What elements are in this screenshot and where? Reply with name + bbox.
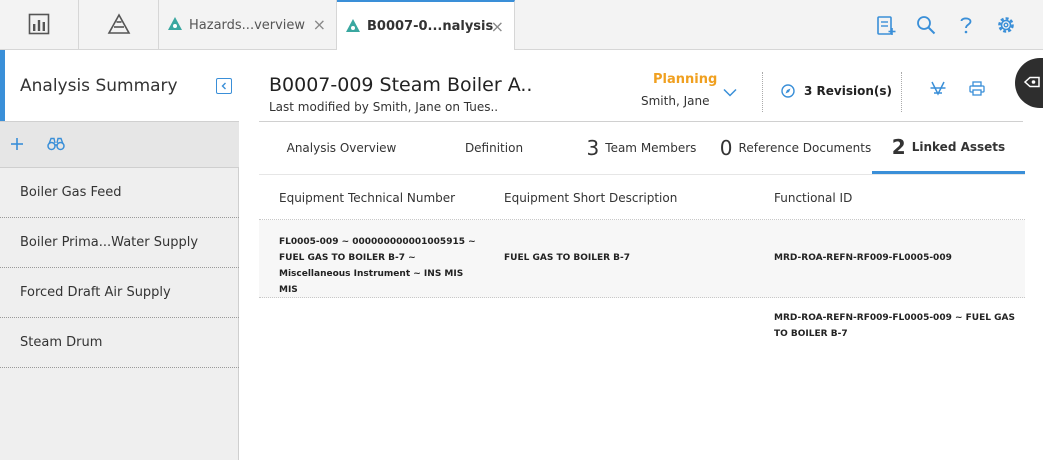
functional-id-cell: MRD-ROA-REFN-RF009-FL0005-009 ~ FUEL GAS… [774,313,1015,339]
tab-linked-assets[interactable]: 2 Linked Assets [872,122,1025,174]
header-separator [762,72,763,112]
side-panel-icon [1023,76,1040,91]
print-icon[interactable] [967,78,987,98]
dashboard-icon [28,13,50,38]
panel-title: Analysis Summary [20,76,178,96]
analysis-tabs: Analysis Overview Definition 3 Team Memb… [259,122,1025,174]
tab-definition[interactable]: Definition [424,122,564,174]
column-header[interactable]: Functional ID [774,191,852,205]
tab-label: Team Members [605,141,697,155]
list-item[interactable]: Boiler Prima...Water Supply [0,218,239,268]
table-row[interactable]: MRD-ROA-REFN-RF009-FL0005-009 ~ FUEL GAS… [259,298,1025,360]
record-subtitle: Last modified by Smith, Jane on Tues.. [269,100,499,114]
table-header: Equipment Technical Number Equipment Sho… [259,174,1025,220]
tab-analysis[interactable]: B0007-0...nalysis × [337,0,515,51]
help-icon[interactable] [953,12,979,38]
revisions-label: 3 Revision(s) [804,84,892,98]
settings-icon[interactable] [993,12,1019,38]
panel-toolbar [0,121,239,168]
technical-number-cell: FL0005-009 ~ 000000000001005915 ~ FUEL G… [279,237,476,295]
list-item[interactable]: Forced Draft Air Supply [0,268,239,318]
tab-count: 2 [891,134,906,159]
checklist-icon[interactable] [873,12,899,38]
node-list: Boiler Gas Feed Boiler Prima...Water Sup… [0,168,239,368]
collapse-left-icon[interactable] [216,78,232,94]
tab-label: B0007-0...nalysis [367,19,494,34]
close-tab-icon[interactable]: × [313,15,326,34]
list-item[interactable]: Steam Drum [0,318,239,368]
analysis-main: B0007-009 Steam Boiler A.. Last modified… [239,50,1043,460]
revisions-button[interactable]: 3 Revision(s) [781,84,892,98]
tab-count: 0 [719,136,733,160]
tab-label: Linked Assets [911,139,1006,154]
tab-label: Hazards...verview [189,17,306,33]
list-item[interactable]: Boiler Gas Feed [0,168,239,218]
column-header[interactable]: Equipment Technical Number [279,191,455,205]
tab-count: 3 [586,136,600,160]
asset-hierarchy-icon[interactable] [928,78,948,98]
add-icon[interactable] [7,134,27,154]
analysis-summary-panel: Analysis Summary Boiler Gas Feed Boiler … [0,50,239,460]
close-tab-icon[interactable]: × [491,17,504,36]
tab-label: Analysis Overview [286,141,397,155]
tab-label: Definition [464,141,524,155]
chevron-down-icon[interactable] [723,86,737,100]
search-icon[interactable] [913,12,939,38]
hazards-home-button[interactable] [79,0,159,50]
header-separator [901,72,902,112]
compass-icon [781,84,795,98]
hazards-tab-icon [345,18,361,36]
dashboard-button[interactable] [0,0,79,50]
tab-hazards-overview[interactable]: Hazards...verview × [159,0,337,50]
linked-assets-table: Equipment Technical Number Equipment Sho… [259,174,1025,360]
tab-reference-documents[interactable]: 0 Reference Documents [719,122,872,174]
tab-label: Reference Documents [738,141,872,155]
top-bar: Hazards...verview × B0007-0...nalysis × [0,0,1043,51]
panel-header: Analysis Summary [0,50,239,121]
hazards-tab-icon [167,16,183,34]
short-description-cell: FUEL GAS TO BOILER B-7 [504,253,631,263]
state-label[interactable]: Planning [653,72,717,87]
binoculars-icon[interactable] [46,134,66,154]
table-row[interactable]: FL0005-009 ~ 000000000001005915 ~ FUEL G… [259,220,1025,298]
tab-analysis-overview[interactable]: Analysis Overview [259,122,424,174]
column-header[interactable]: Equipment Short Description [504,191,677,205]
hazards-home-icon [107,12,131,38]
record-title: B0007-009 Steam Boiler A.. [269,74,533,96]
state-owner: Smith, Jane [641,94,710,108]
tab-team-members[interactable]: 3 Team Members [564,122,719,174]
functional-id-cell: MRD-ROA-REFN-RF009-FL0005-009 [774,253,952,263]
